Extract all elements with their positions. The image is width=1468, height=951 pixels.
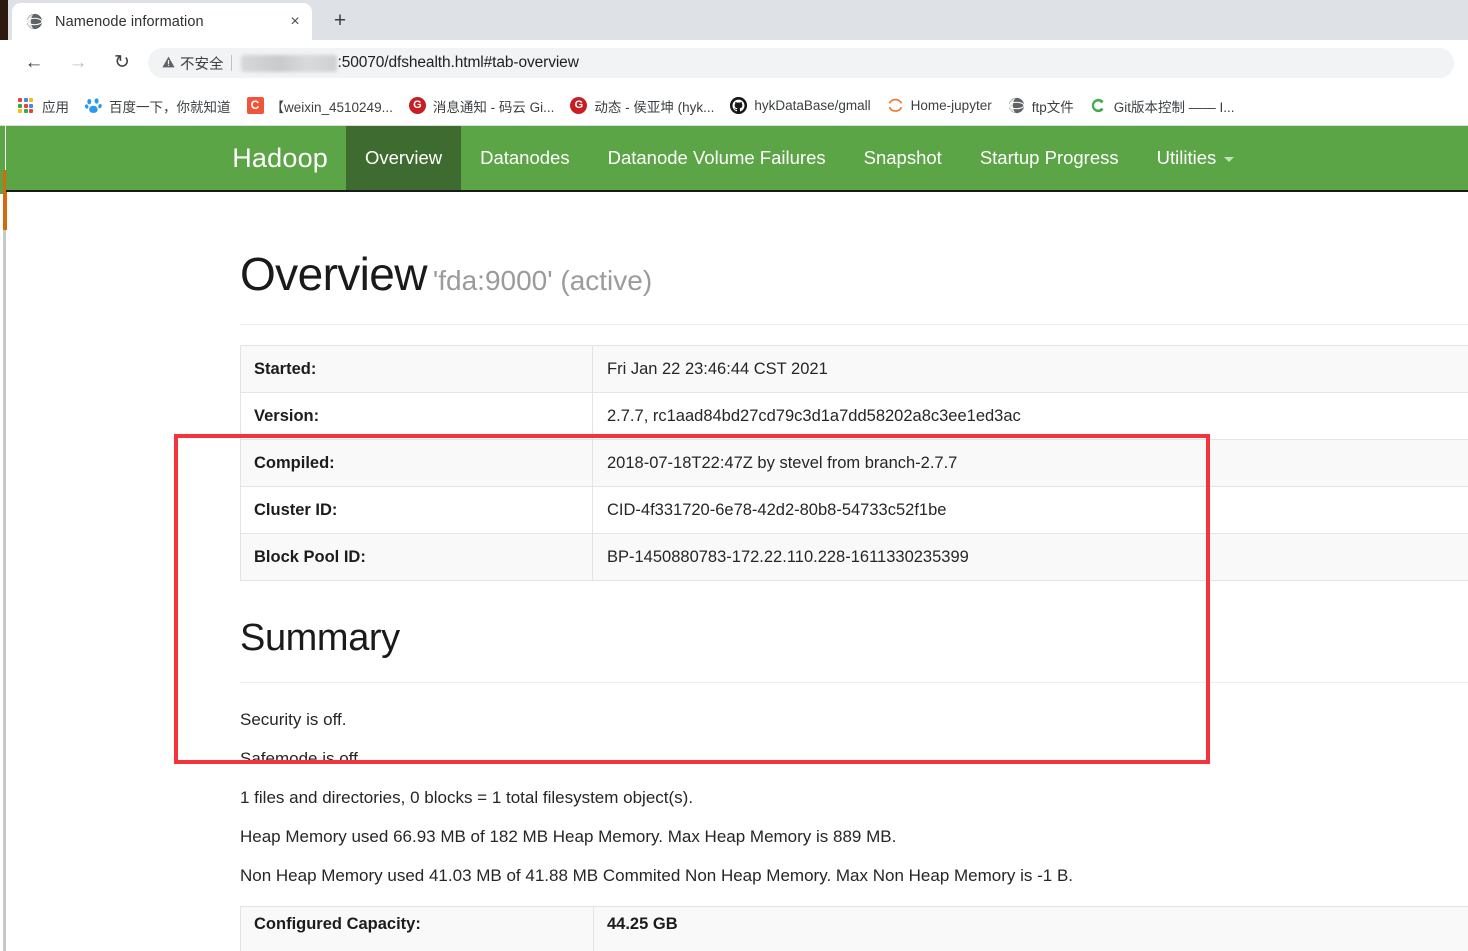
nav-item-startup-progress[interactable]: Startup Progress bbox=[961, 126, 1138, 190]
bookmark-baidu[interactable]: 百度一下，你就知道 bbox=[85, 96, 231, 116]
bookmark-label: 动态 - 侯亚坤 (hyk... bbox=[594, 99, 715, 115]
hadoop-navbar: Hadoop Overview Datanodes Datanode Volum… bbox=[6, 126, 1468, 192]
forward-icon[interactable]: → bbox=[62, 47, 94, 79]
nav-item-label: Startup Progress bbox=[979, 147, 1119, 168]
browser-chrome: Namenode information × + ← → ↻ 不安全 :5007… bbox=[0, 0, 1468, 126]
tab-strip: Namenode information × + bbox=[0, 0, 1468, 40]
not-secure-warning-icon bbox=[162, 56, 175, 70]
globe-icon bbox=[1007, 97, 1025, 114]
nav-item-overview[interactable]: Overview bbox=[346, 126, 462, 190]
bookmark-label: 消息通知 - 码云 Gi... bbox=[432, 99, 555, 115]
table-row: Block Pool ID: BP-1450880783-172.22.110.… bbox=[240, 533, 1468, 582]
git-c-icon bbox=[1089, 97, 1107, 114]
bookmarks-bar: 应用 百度一下，你就知道 C 【weixin_4510249... G 消息通知… bbox=[0, 86, 1468, 126]
csdn-c-icon: C bbox=[246, 97, 264, 114]
back-icon[interactable]: ← bbox=[18, 47, 50, 79]
table-row: Version: 2.7.7, rc1aad84bd27cd79c3d1a7dd… bbox=[240, 392, 1468, 441]
browser-toolbar: ← → ↻ 不安全 :50070/dfshealth.html#tab-over… bbox=[0, 40, 1468, 86]
row-value: 44.25 GB bbox=[593, 906, 1468, 951]
scrollbar-left-gray[interactable] bbox=[3, 230, 6, 951]
title-divider bbox=[240, 324, 1468, 326]
bookmark-gitee-activity[interactable]: G 动态 - 侯亚坤 (hyk... bbox=[570, 96, 714, 116]
overview-table: Started: Fri Jan 22 23:46:44 CST 2021 Ve… bbox=[240, 345, 1468, 582]
row-value: 2.7.7, rc1aad84bd27cd79c3d1a7dd58202a8c3… bbox=[592, 392, 1468, 441]
security-label: 不安全 bbox=[180, 56, 224, 73]
table-row: Started: Fri Jan 22 23:46:44 CST 2021 bbox=[240, 345, 1468, 394]
apps-grid-icon bbox=[18, 97, 35, 114]
summary-line: Heap Memory used 66.93 MB of 182 MB Heap… bbox=[240, 827, 897, 847]
row-value: CID-4f331720-6e78-42d2-80b8-54733c52f1be bbox=[592, 486, 1468, 535]
nav-item-label: Utilities bbox=[1156, 147, 1217, 168]
url-text: :50070/dfshealth.html#tab-overview bbox=[337, 54, 579, 71]
row-value: BP-1450880783-172.22.110.228-16113302353… bbox=[592, 533, 1468, 582]
summary-line: 1 files and directories, 0 blocks = 1 to… bbox=[240, 788, 694, 808]
bookmark-label: 百度一下，你就知道 bbox=[109, 99, 231, 115]
summary-table: Configured Capacity: 44.25 GB bbox=[240, 906, 1468, 951]
row-key: Version: bbox=[240, 392, 593, 441]
summary-line: Security is off. bbox=[240, 710, 347, 730]
globe-icon bbox=[26, 13, 43, 30]
browser-tab[interactable]: Namenode information × bbox=[12, 3, 312, 40]
tab-title: Namenode information bbox=[55, 13, 204, 30]
main-content: Overview'fda:9000' (active) Started: Fri… bbox=[240, 250, 1468, 951]
row-key: Started: bbox=[240, 345, 593, 394]
window-edge bbox=[0, 0, 8, 40]
summary-line: Safemode is off. bbox=[240, 749, 363, 769]
table-row: Cluster ID: CID-4f331720-6e78-42d2-80b8-… bbox=[240, 486, 1468, 535]
page-title-text: Overview bbox=[240, 248, 428, 300]
summary-title: Summary bbox=[240, 617, 400, 660]
nav-item-label: Datanode Volume Failures bbox=[607, 147, 826, 168]
page-title-subtext: 'fda:9000' (active) bbox=[432, 265, 653, 296]
gitee-icon: G bbox=[570, 97, 588, 114]
bookmark-label: hykDataBase/gmall bbox=[754, 98, 871, 113]
bookmark-label: Git版本控制 —— I... bbox=[1113, 99, 1235, 115]
redacted-host bbox=[240, 54, 337, 72]
row-value: Fri Jan 22 23:46:44 CST 2021 bbox=[592, 345, 1468, 394]
jupyter-icon bbox=[886, 97, 904, 114]
nav-item-label: Overview bbox=[365, 147, 443, 168]
row-value: 2018-07-18T22:47Z by stevel from branch-… bbox=[592, 439, 1468, 488]
bookmark-jupyter[interactable]: Home-jupyter bbox=[886, 97, 992, 114]
bookmark-github[interactable]: hykDataBase/gmall bbox=[730, 97, 871, 114]
gitee-icon: G bbox=[408, 97, 426, 114]
bookmark-ftp[interactable]: ftp文件 bbox=[1007, 96, 1074, 116]
nav-item-label: Snapshot bbox=[863, 147, 942, 168]
reload-icon[interactable]: ↻ bbox=[106, 47, 138, 79]
row-key: Block Pool ID: bbox=[240, 533, 593, 582]
bookmark-apps[interactable]: 应用 bbox=[18, 96, 69, 116]
bookmark-gitee-messages[interactable]: G 消息通知 - 码云 Gi... bbox=[408, 96, 555, 116]
chevron-down-icon bbox=[1224, 157, 1235, 162]
table-row: Compiled: 2018-07-18T22:47Z by stevel fr… bbox=[240, 439, 1468, 488]
nav-item-snapshot[interactable]: Snapshot bbox=[845, 126, 961, 190]
nav-item-datanodes[interactable]: Datanodes bbox=[461, 126, 588, 190]
bookmark-csdn[interactable]: C 【weixin_4510249... bbox=[246, 96, 393, 116]
nav-item-datanode-volume-failures[interactable]: Datanode Volume Failures bbox=[589, 126, 845, 190]
bookmark-label: 【weixin_4510249... bbox=[270, 99, 393, 115]
bookmark-label: 应用 bbox=[42, 99, 69, 115]
page-title: Overview'fda:9000' (active) bbox=[240, 250, 1468, 298]
address-bar[interactable]: 不安全 :50070/dfshealth.html#tab-overview bbox=[148, 48, 1454, 78]
row-key: Configured Capacity: bbox=[240, 906, 594, 951]
baidu-icon bbox=[85, 97, 102, 114]
summary-lines: Security is off. Safemode is off. 1 file… bbox=[240, 711, 1468, 884]
hadoop-brand[interactable]: Hadoop bbox=[6, 126, 346, 190]
github-icon bbox=[730, 97, 748, 114]
row-key: Compiled: bbox=[240, 439, 593, 488]
page-viewport: Hadoop Overview Datanodes Datanode Volum… bbox=[0, 126, 1468, 951]
new-tab-button[interactable]: + bbox=[325, 6, 355, 36]
table-row: Configured Capacity: 44.25 GB bbox=[240, 906, 1468, 951]
bookmark-label: Home-jupyter bbox=[910, 98, 992, 113]
summary-line: Non Heap Memory used 41.03 MB of 41.88 M… bbox=[240, 866, 1074, 886]
summary-divider bbox=[240, 682, 1468, 684]
bookmark-label: ftp文件 bbox=[1031, 99, 1074, 115]
nav-item-utilities[interactable]: Utilities bbox=[1138, 126, 1254, 190]
bookmark-git[interactable]: Git版本控制 —— I... bbox=[1089, 96, 1235, 116]
omnibox-divider bbox=[230, 55, 232, 71]
nav-item-label: Datanodes bbox=[480, 147, 570, 168]
close-icon[interactable]: × bbox=[284, 11, 306, 33]
row-key: Cluster ID: bbox=[240, 486, 593, 535]
